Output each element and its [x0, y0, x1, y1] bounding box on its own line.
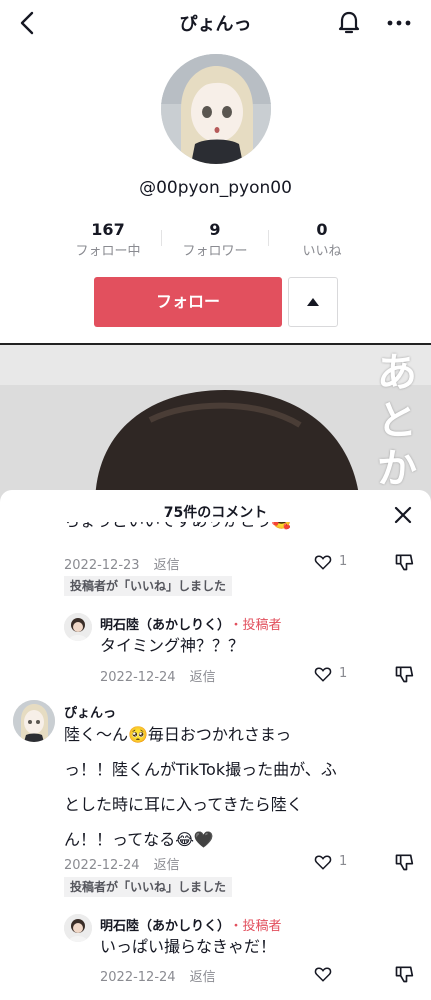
stat-following[interactable]: 167 フォロー中 — [55, 220, 161, 262]
video-frame — [0, 345, 431, 503]
profile-handle: @00pyon_pyon00 — [139, 178, 292, 198]
avatar[interactable] — [13, 700, 55, 742]
reply-button[interactable]: 返信 — [190, 970, 216, 985]
comment-date: 2022-12-23 — [64, 558, 140, 573]
avatar-photo — [64, 613, 92, 641]
bell-icon[interactable] — [334, 8, 364, 38]
creator-liked-badge: 投稿者が「いいね」しました — [64, 877, 233, 897]
avatar-illustration — [161, 54, 271, 164]
like-count: 1 — [339, 854, 348, 869]
comment-text-clip: ちょうどいいですありがとう🥰 — [64, 522, 394, 542]
profile-stats: 167 フォロー中 9 フォロワー 0 いいね — [55, 220, 375, 268]
reply-button[interactable]: 返信 — [154, 558, 180, 573]
heart-icon[interactable] — [314, 965, 332, 983]
reply-meta: 2022-12-24 返信 — [100, 666, 216, 685]
comment-line: ん！！ってなる😂🖤 — [64, 830, 214, 849]
avatar-illustration — [13, 700, 55, 742]
video-overlay-text: あとか — [377, 349, 417, 492]
following-count: 167 — [91, 220, 125, 239]
comment-meta: 2022-12-23 返信 — [64, 554, 180, 573]
likes-count: 0 — [316, 220, 328, 239]
avatar-photo — [64, 914, 92, 942]
triangle-up-icon — [307, 298, 319, 306]
reply-text: いっぱい撮らなきゃだ！ — [100, 937, 277, 956]
followers-count: 9 — [209, 220, 221, 239]
reply-date: 2022-12-24 — [100, 670, 176, 685]
profile-avatar[interactable] — [161, 54, 271, 164]
thumbs-down-icon[interactable] — [394, 552, 414, 572]
avatar[interactable] — [64, 914, 92, 942]
close-icon[interactable] — [392, 504, 414, 526]
reply-button[interactable]: 返信 — [190, 670, 216, 685]
followers-label: フォロワー — [182, 244, 248, 259]
comment-body: 陸く〜ん🥺毎日おつかれさまっ っ！！陸くんがTikTok撮った曲が、ふ とした時… — [64, 720, 414, 855]
reply-text: タイミング神？？？ — [100, 636, 245, 655]
comment-text: ちょうどいいですありがとう🥰 — [64, 522, 291, 536]
stat-likes[interactable]: 0 いいね — [269, 220, 375, 262]
like-count: 1 — [339, 666, 348, 681]
reply-button[interactable]: 返信 — [154, 858, 180, 873]
reply-date: 2022-12-24 — [100, 970, 176, 985]
top-bar: ぴょんっ — [0, 0, 431, 46]
page-title: ぴょんっ — [179, 14, 252, 35]
creator-liked-badge: 投稿者が「いいね」しました — [64, 576, 233, 596]
comments-sheet: 75件のコメント ちょうどいいですありがとう🥰 2022-12-23 返信 1 投… — [0, 490, 431, 1000]
comment-meta: 2022-12-24 返信 — [64, 854, 180, 873]
avatar[interactable] — [64, 613, 92, 641]
thumbs-down-icon[interactable] — [394, 964, 414, 984]
comment-author[interactable]: ぴょんっ — [64, 702, 116, 721]
thumbs-down-icon[interactable] — [394, 852, 414, 872]
heart-icon[interactable] — [314, 553, 332, 571]
comment-date: 2022-12-24 — [64, 858, 140, 873]
stat-followers[interactable]: 9 フォロワー — [162, 220, 268, 262]
video-preview[interactable]: あとか — [0, 343, 431, 503]
like-count: 1 — [339, 554, 348, 569]
comment-line: とした時に耳に入ってきたら陸く — [64, 795, 303, 814]
following-label: フォロー中 — [75, 244, 141, 259]
thumbs-down-icon[interactable] — [394, 664, 414, 684]
heart-icon[interactable] — [314, 665, 332, 683]
suggested-accounts-toggle[interactable] — [288, 277, 338, 327]
likes-label: いいね — [302, 244, 342, 259]
comments-title: 75件のコメント — [163, 505, 268, 521]
comment-line: っ！！陸くんがTikTok撮った曲が、ふ — [64, 760, 337, 779]
follow-button[interactable]: フォロー — [94, 277, 282, 327]
heart-icon[interactable] — [314, 853, 332, 871]
comment-line: 陸く〜ん🥺毎日おつかれさまっ — [64, 725, 292, 744]
reply-meta: 2022-12-24 返信 — [100, 966, 216, 985]
more-options-icon[interactable] — [384, 10, 414, 36]
